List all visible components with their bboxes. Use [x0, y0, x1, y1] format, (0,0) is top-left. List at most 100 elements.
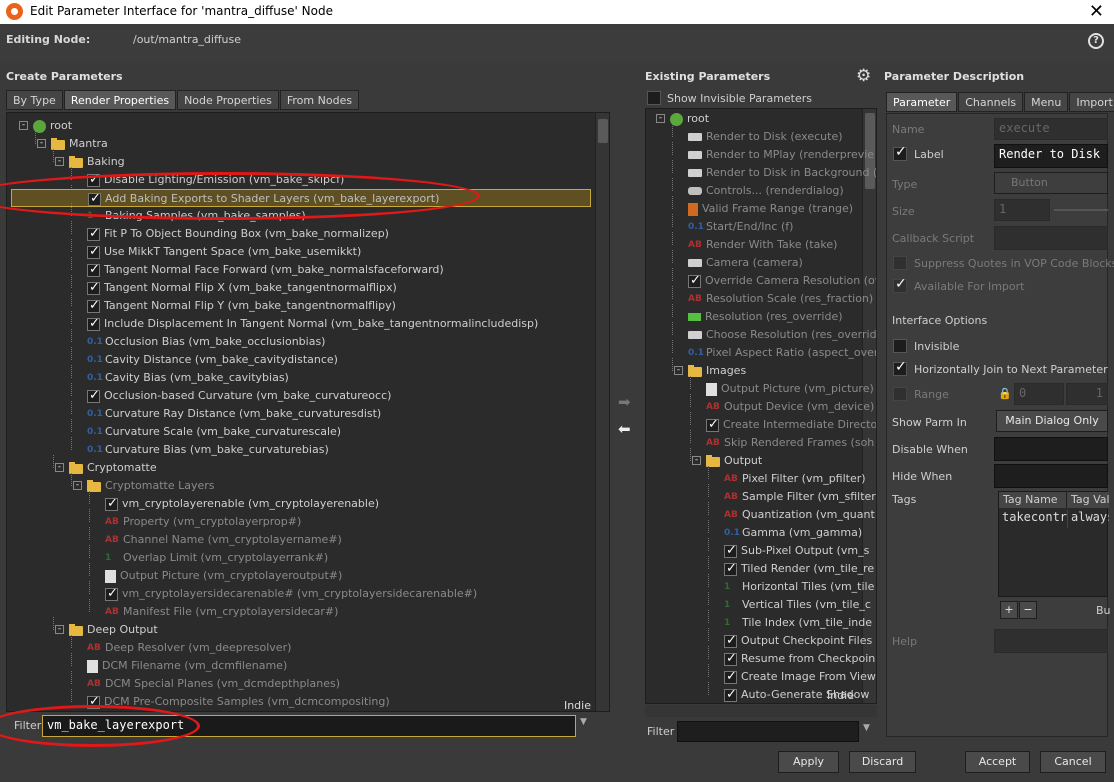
create-tree-item[interactable]: Tangent Normal Flip Y (vm_bake_tangentno…	[87, 297, 396, 315]
create-tree-item[interactable]: Fit P To Object Bounding Box (vm_bake_no…	[87, 225, 389, 243]
tree-expander[interactable]: -	[37, 139, 46, 148]
existing-tree-item[interactable]: Start/End/Inc (f)	[688, 218, 793, 236]
create-tree-item[interactable]: Curvature Scale (vm_bake_curvaturescale)	[87, 423, 341, 441]
help-icon[interactable]: ?	[1088, 33, 1104, 49]
create-tree-item[interactable]: Deep Output	[69, 621, 158, 639]
create-tree-item[interactable]: Cryptomatte	[69, 459, 157, 477]
callback-script-field[interactable]	[994, 226, 1108, 250]
existing-tree-item[interactable]: Output Checkpoint Files	[724, 632, 872, 650]
create-tree-item[interactable]: Overlap Limit (vm_cryptolayerrank#)	[105, 549, 328, 567]
horizontally-join-checkbox[interactable]	[893, 359, 907, 376]
suppress-quotes-checkbox[interactable]	[893, 256, 907, 270]
existing-hscrollbar[interactable]	[645, 705, 877, 717]
create-tree-item[interactable]: Cavity Bias (vm_bake_cavitybias)	[87, 369, 289, 387]
accept-button[interactable]: Accept	[965, 751, 1030, 773]
existing-tree-item[interactable]: Choose Resolution (res_overrid	[688, 326, 876, 344]
tag-name-cell[interactable]: takecontr	[999, 510, 1067, 528]
discard-button[interactable]: Discard	[849, 751, 916, 773]
existing-tree-item[interactable]: root	[670, 110, 709, 128]
create-tree-item[interactable]: Include Displacement In Tangent Normal (…	[87, 315, 538, 333]
remove-tag-button[interactable]: −	[1019, 601, 1037, 619]
cancel-button[interactable]: Cancel	[1040, 751, 1106, 773]
existing-tree-item[interactable]: Resume from Checkpoin	[724, 650, 875, 668]
existing-tree-item[interactable]: Quantization (vm_quant	[724, 506, 875, 524]
existing-tree-item[interactable]: Controls... (renderdialog)	[688, 182, 844, 200]
size-slider[interactable]	[1054, 209, 1108, 211]
tree-expander[interactable]: -	[656, 114, 665, 123]
close-icon[interactable]: ✕	[1089, 1, 1104, 22]
desc-tab-channels[interactable]: Channels	[958, 92, 1024, 112]
range-min-field[interactable]: 0	[1014, 383, 1064, 405]
existing-tree-item[interactable]: Output Picture (vm_picture)	[706, 380, 874, 398]
existing-tree-item[interactable]: Output Device (vm_device)	[706, 398, 874, 416]
type-menu[interactable]: Button	[994, 172, 1108, 194]
existing-tree-item[interactable]: Sub-Pixel Output (vm_s	[724, 542, 869, 560]
existing-tree-item[interactable]: Tile Index (vm_tile_inde	[724, 614, 872, 632]
hide-when-field[interactable]	[994, 464, 1108, 488]
existing-tree-item[interactable]: Render With Take (take)	[688, 236, 837, 254]
existing-filter-dropdown-icon[interactable]: ▼	[863, 723, 870, 733]
gear-icon[interactable]: ⚙	[856, 66, 871, 86]
tree-expander[interactable]: -	[73, 481, 82, 490]
existing-tree-item[interactable]: Resolution Scale (res_fraction)	[688, 290, 873, 308]
existing-tree-item[interactable]: Sample Filter (vm_sfilter	[724, 488, 876, 506]
create-tree-item[interactable]: root	[33, 117, 72, 135]
size-field[interactable]: 1	[994, 199, 1050, 221]
name-field[interactable]: execute	[994, 118, 1108, 140]
existing-tree-item[interactable]: Output	[706, 452, 762, 470]
lock-icon[interactable]: 🔒	[998, 387, 1012, 400]
tree-expander[interactable]: -	[674, 366, 683, 375]
existing-tree-item[interactable]: Render to MPlay (renderprevie	[688, 146, 874, 164]
create-tab-from-nodes[interactable]: From Nodes	[279, 90, 360, 110]
label-checkbox[interactable]	[893, 144, 907, 161]
help-field[interactable]	[994, 629, 1108, 653]
existing-filter-input[interactable]	[677, 721, 859, 742]
create-tree-item[interactable]: DCM Filename (vm_dcmfilename)	[87, 657, 287, 675]
tree-expander[interactable]: -	[55, 625, 64, 634]
existing-tree-item[interactable]: Render to Disk in Background (e	[688, 164, 876, 182]
desc-tab-parameter[interactable]: Parameter	[886, 92, 958, 112]
create-tree-item[interactable]: Deep Resolver (vm_deepresolver)	[87, 639, 291, 657]
create-tree-item[interactable]: Cavity Distance (vm_bake_cavitydistance)	[87, 351, 338, 369]
create-tab-by-type[interactable]: By Type	[6, 90, 63, 110]
add-tag-button[interactable]: +	[1000, 601, 1018, 619]
create-tree-item[interactable]: Occlusion Bias (vm_bake_occlusionbias)	[87, 333, 325, 351]
existing-tree-item[interactable]: Vertical Tiles (vm_tile_c	[724, 596, 871, 614]
label-field[interactable]: Render to Disk	[994, 144, 1108, 168]
show-invisible-checkbox[interactable]	[647, 91, 661, 105]
desc-tab-menu[interactable]: Menu	[1024, 92, 1069, 112]
arrow-left-icon[interactable]: ⬅	[618, 420, 631, 438]
create-filter-dropdown-icon[interactable]: ▼	[580, 717, 587, 727]
create-tree-item[interactable]: Output Picture (vm_cryptolayeroutput#)	[105, 567, 342, 585]
create-tab-node-properties[interactable]: Node Properties	[177, 90, 279, 110]
create-tree-item[interactable]: Baking	[69, 153, 125, 171]
tree-expander[interactable]: -	[19, 121, 28, 130]
existing-tree-item[interactable]: Auto-Generate Shadow	[724, 686, 869, 703]
existing-tree-item[interactable]: Horizontal Tiles (vm_tile	[724, 578, 874, 596]
range-max-field[interactable]: 1	[1066, 383, 1108, 405]
desc-tab-import[interactable]: Import	[1069, 92, 1114, 112]
tree-expander[interactable]: -	[55, 157, 64, 166]
create-tree-item[interactable]: Property (vm_cryptolayerprop#)	[105, 513, 301, 531]
existing-tree-item[interactable]: Tiled Render (vm_tile_re	[724, 560, 874, 578]
create-tree-item[interactable]: Curvature Bias (vm_bake_curvaturebias)	[87, 441, 329, 459]
existing-tree-item[interactable]: Valid Frame Range (trange)	[688, 200, 853, 218]
create-tree-item[interactable]: Tangent Normal Flip X (vm_bake_tangentno…	[87, 279, 397, 297]
arrow-right-icon[interactable]: ➡	[618, 393, 631, 411]
create-tree-item[interactable]: Use MikkT Tangent Space (vm_bake_usemikk…	[87, 243, 361, 261]
create-tree-item[interactable]: DCM Special Planes (vm_dcmdepthplanes)	[87, 675, 340, 693]
create-tree-item[interactable]: Manifest File (vm_cryptolayersidecar#)	[105, 603, 338, 621]
tag-value-cell[interactable]: always	[1067, 510, 1109, 528]
create-tree-item[interactable]: Tangent Normal Face Forward (vm_bake_nor…	[87, 261, 444, 279]
existing-tree-item[interactable]: Camera (camera)	[688, 254, 803, 272]
existing-tree-item[interactable]: Pixel Filter (vm_pfilter)	[724, 470, 866, 488]
create-tree-item[interactable]: vm_cryptolayerenable (vm_cryptolayerenab…	[105, 495, 379, 513]
create-tree-item[interactable]: Curvature Ray Distance (vm_bake_curvatur…	[87, 405, 381, 423]
tree-expander[interactable]: -	[55, 463, 64, 472]
existing-tree-item[interactable]: Render to Disk (execute)	[688, 128, 843, 146]
invisible-checkbox[interactable]	[893, 339, 907, 353]
existing-tree-item[interactable]: Resolution (res_override)	[688, 308, 843, 326]
create-scroll-grip[interactable]	[598, 119, 608, 143]
create-tree-item[interactable]: Occlusion-based Curvature (vm_bake_curva…	[87, 387, 391, 405]
existing-tree-item[interactable]: Create Intermediate Directo	[706, 416, 876, 434]
